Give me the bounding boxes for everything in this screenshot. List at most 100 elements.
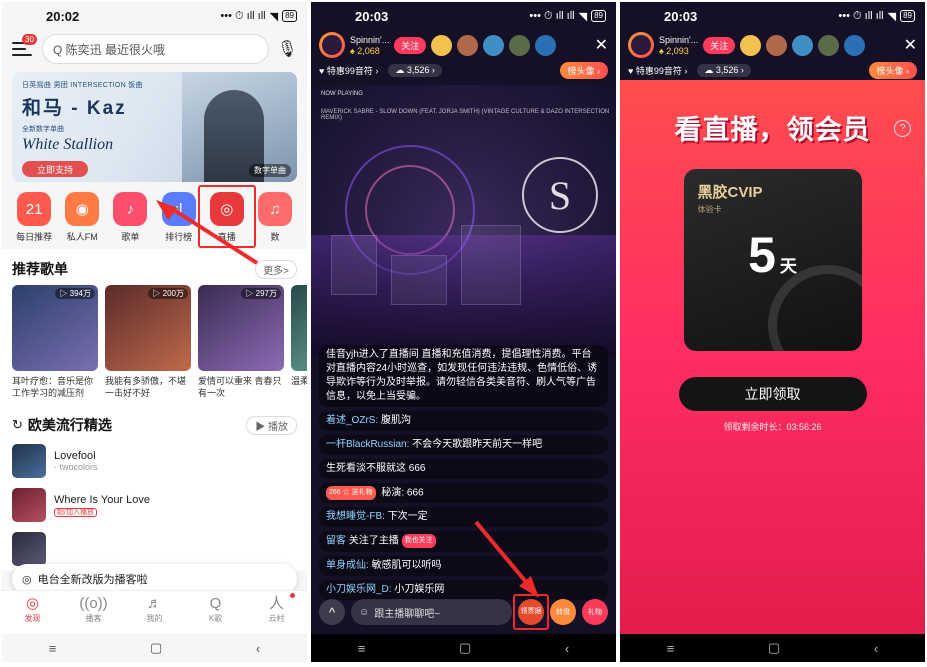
chat-user: 我想睡觉-FB: <box>326 511 385 523</box>
playlist-card[interactable]: ▷ 297万 爱情可以重来 青春只有一次 <box>198 285 284 399</box>
rank-entry-button[interactable]: 榜头像 › <box>868 62 917 79</box>
status-misc-icon: ••• ⏱ ıll ıll <box>220 9 266 22</box>
search-placeholder: Q 陈奕迅 最近很火哦 <box>53 42 166 57</box>
live-subheader: ♥ 特惠99音符 › ☁ 3,526 › 榜头像 › <box>311 58 616 83</box>
viewer-avatar-2[interactable] <box>766 34 788 56</box>
playlist-card[interactable]: ▷ 200万 我能有多骄傲，不堪一击好不好 <box>105 285 191 399</box>
playlist-card[interactable]: 温柔梦 <box>291 285 307 399</box>
banner-title: 和马 - Kaz <box>22 98 127 119</box>
follow-button[interactable]: 关注 <box>703 36 736 54</box>
status-bar: 20:02 ••• ⏱ ıll ıll ◥ 89 <box>2 2 307 30</box>
expand-up-icon[interactable]: ^ <box>319 599 345 625</box>
vip-subtitle: 体验卡 <box>697 205 722 214</box>
wifi-icon: ◥ <box>578 10 588 23</box>
tab-ktv[interactable]: Q K歌 <box>185 591 246 634</box>
nav-menu-icon[interactable]: ≡ <box>667 641 675 656</box>
live-video-stage[interactable]: NOW PLAYING MAVERICK SABRE - SLOW DOWN (… <box>311 85 616 355</box>
tab-mine[interactable]: ♬ 我的 <box>124 591 185 634</box>
quick-item-rank[interactable]: ıl 排行榜 <box>155 192 203 243</box>
nav-home-icon[interactable]: ▢ <box>150 640 162 656</box>
chat-message: 一杆BlackRussian: 不会今天歌跟昨天前天一样吧 <box>319 434 608 455</box>
system-nav-bar: ≡ ▢ ‹ <box>620 634 925 662</box>
viewer-count[interactable]: ☁ 3,526 › <box>388 64 442 77</box>
phone-screen-vip-overlay: 20:03 ••• ⏱ ıll ıll ◥ 89 Spinnin'... ♠ 2… <box>620 2 925 662</box>
digital-icon: ♫ <box>257 192 292 226</box>
quick-label: 排行榜 <box>165 232 193 242</box>
quick-item-live[interactable]: ◎ 直播 <box>197 185 256 248</box>
menu-icon[interactable]: 30 <box>12 34 37 58</box>
chat-user: 一杆BlackRussian: <box>326 438 410 450</box>
viewer-avatar-5[interactable] <box>535 34 557 56</box>
song-row[interactable]: Where Is Your Love 超/加入播放 <box>2 483 307 527</box>
viewer-avatar-2[interactable] <box>457 34 479 56</box>
tab-podcast[interactable]: ((o)) 播客 <box>63 591 124 634</box>
close-icon[interactable]: ✕ <box>595 35 608 55</box>
stage-block <box>461 225 521 305</box>
chat-message: 着述_OZrS: 腹肌沟 <box>319 410 608 431</box>
gift-discount-label[interactable]: ♥ 特惠99音符 › <box>319 64 378 77</box>
nav-home-icon[interactable]: ▢ <box>768 640 780 656</box>
turntable-icon[interactable]: 转盘 <box>550 599 576 625</box>
nav-menu-icon[interactable]: ≡ <box>358 641 366 656</box>
close-icon[interactable]: ✕ <box>904 35 917 55</box>
claim-gift-button[interactable]: 领票据 <box>513 594 549 630</box>
quick-item-daily[interactable]: 21 每日推荐 <box>10 192 58 243</box>
status-icons: ••• ⏱ ıll ıll ◥ 89 <box>529 10 606 23</box>
streamer-points: ♠ 2,068 <box>350 45 380 56</box>
chat-list[interactable]: 佳音yjh进入了直播间 直播和充值消费，提倡理性消费。平台对直播内容24小时巡查… <box>319 344 608 604</box>
banner-button[interactable]: 立即支持 <box>22 161 88 177</box>
chat-user: 留客 <box>326 536 346 547</box>
quick-item-fm[interactable]: ◉ 私人FM <box>58 192 106 243</box>
nav-back-icon[interactable]: ‹ <box>565 641 569 656</box>
viewer-count[interactable]: ☁ 3,526 › <box>697 64 751 77</box>
viewer-avatar-1[interactable] <box>431 34 453 56</box>
card-title: 耳叶疗愈：音乐是你工作学习的减压剂 <box>12 376 94 398</box>
card-cover: ▷ 394万 <box>12 285 98 371</box>
chat-input[interactable]: ☺ 跟主播聊聊吧~ <box>351 599 512 625</box>
gift-icon[interactable]: 礼物 <box>582 599 608 625</box>
chat-message: 留客 关注了主播 我也关注 <box>319 531 608 552</box>
vip-days-number: 5 <box>748 227 776 283</box>
card-cover <box>291 285 307 371</box>
search-input[interactable]: Q 陈奕迅 最近很火哦 <box>42 34 269 64</box>
nav-back-icon[interactable]: ‹ <box>874 641 878 656</box>
gift-discount-label[interactable]: ♥ 特惠99音符 › <box>628 64 687 77</box>
chat-user: 着述_OZrS: <box>326 414 379 426</box>
more-button[interactable]: 更多> <box>255 259 297 279</box>
quick-item-digital[interactable]: ♫ 数 <box>251 192 299 243</box>
rank-entry-button[interactable]: 榜头像 › <box>559 62 608 79</box>
song-row[interactable]: Lovefool · twocolors <box>2 439 307 483</box>
help-icon[interactable]: ? <box>894 120 911 137</box>
playlist-card[interactable]: ▷ 394万 耳叶疗愈：音乐是你工作学习的减压剂 <box>12 285 98 399</box>
mic-icon[interactable]: 🎙 <box>277 39 297 59</box>
viewer-avatar-3[interactable] <box>483 34 505 56</box>
viewer-avatar-5[interactable] <box>844 34 866 56</box>
viewer-avatar-1[interactable] <box>740 34 762 56</box>
follow-inline-button[interactable]: 我也关注 <box>401 534 436 549</box>
refresh-icon[interactable]: ↻ <box>12 417 23 433</box>
live-header: Spinnin'... ♠ 2,068 关注 ✕ <box>311 30 616 58</box>
avatar[interactable] <box>628 32 654 58</box>
tab-village[interactable]: 人 云村 <box>246 591 307 634</box>
wifi-icon: ◥ <box>269 10 279 23</box>
viewer-avatar-4[interactable] <box>509 34 531 56</box>
claim-button[interactable]: 立即领取 <box>678 377 867 411</box>
gift-label: 礼物 <box>588 609 602 616</box>
chat-message: 生死看淡不服就这 666 <box>319 458 608 479</box>
tab-discover[interactable]: ◎ 发现 <box>2 591 63 634</box>
nav-home-icon[interactable]: ▢ <box>459 640 471 656</box>
viewer-avatar-3[interactable] <box>792 34 814 56</box>
viewer-avatar-4[interactable] <box>818 34 840 56</box>
overlay-title: 看直播，领会员 <box>674 115 871 145</box>
home-banner[interactable]: 日英摇曲 男团 INTERSECTION 饭曲 和马 - Kaz 全新数字单曲 … <box>12 72 297 182</box>
quick-item-playlist[interactable]: ♪ 歌单 <box>106 192 154 243</box>
highlight-box-live <box>197 185 256 248</box>
nav-back-icon[interactable]: ‹ <box>256 641 260 656</box>
compass-icon: ◎ <box>25 595 40 612</box>
emoji-icon[interactable]: ☺ <box>359 607 369 618</box>
play-all-button[interactable]: ▶ 播放 <box>246 415 297 435</box>
follow-button[interactable]: 关注 <box>394 36 427 54</box>
avatar[interactable] <box>319 32 345 58</box>
quick-label: 每日推荐 <box>16 232 53 242</box>
nav-menu-icon[interactable]: ≡ <box>49 641 57 656</box>
